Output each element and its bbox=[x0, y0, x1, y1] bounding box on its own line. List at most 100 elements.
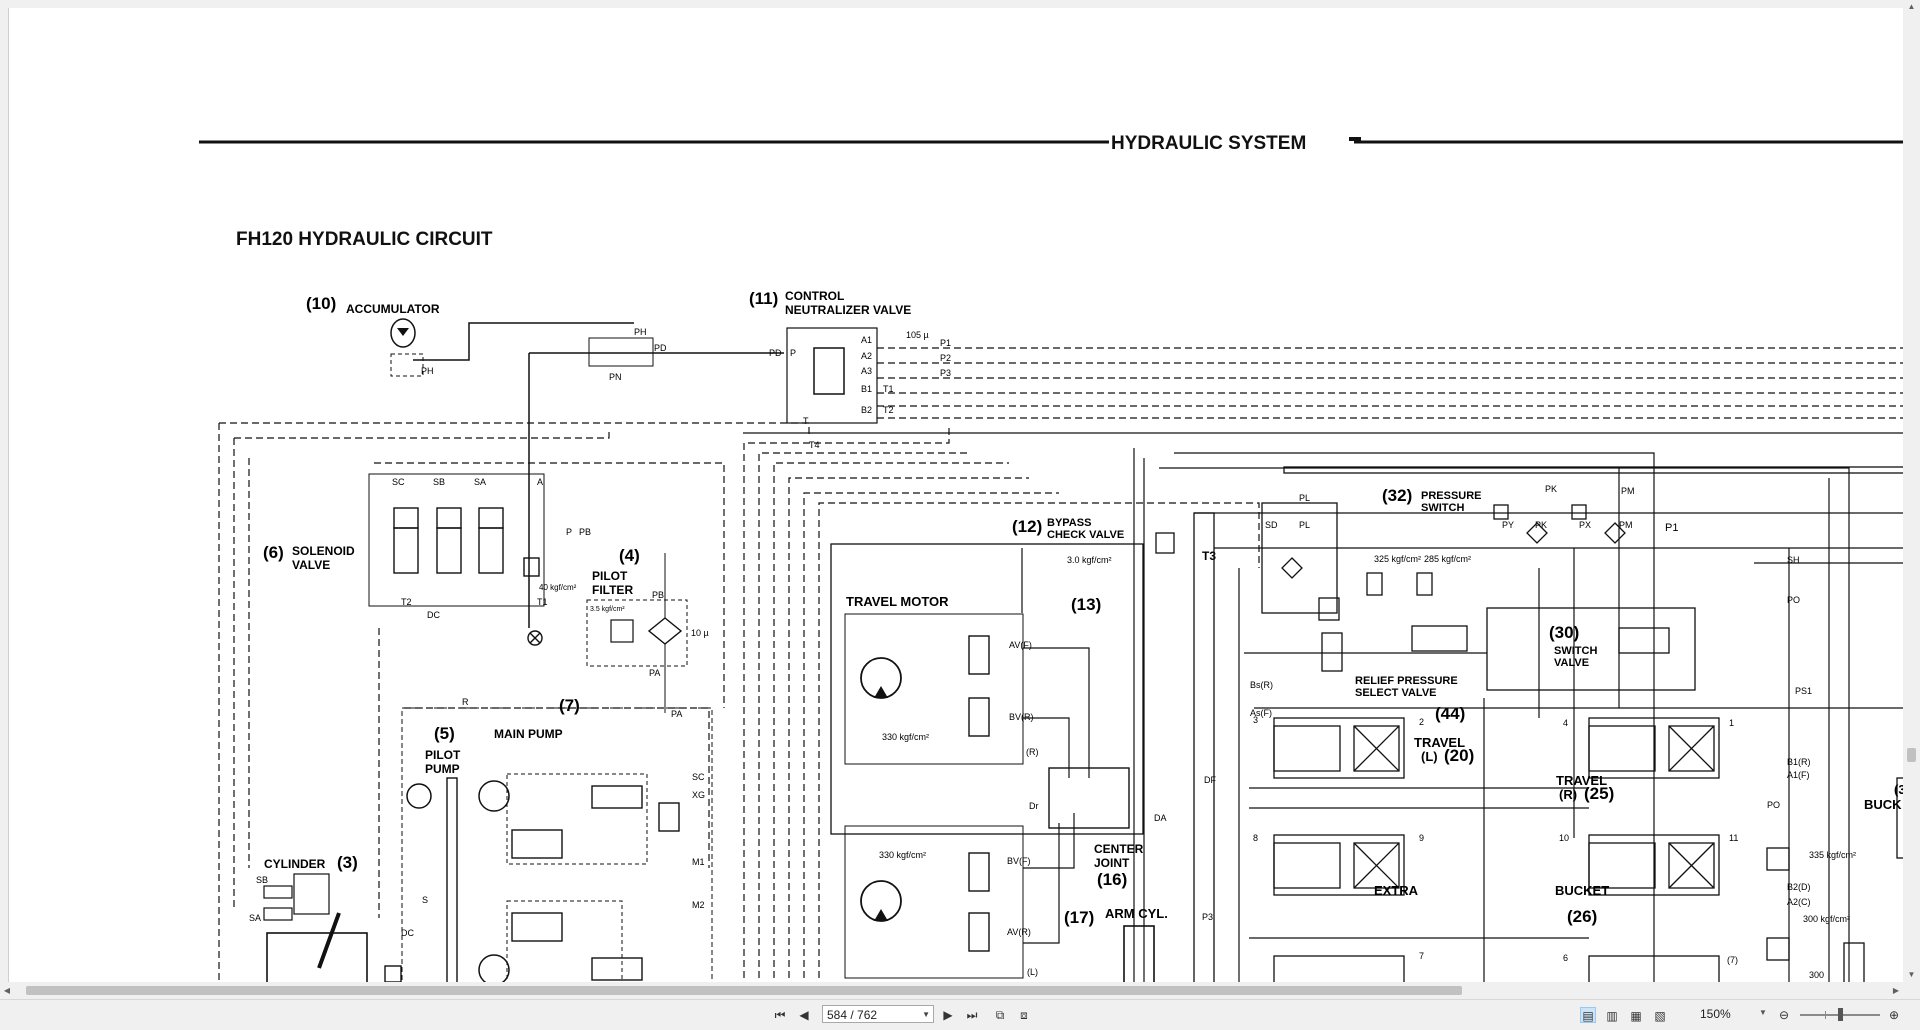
svg-text:CHECK VALVE: CHECK VALVE bbox=[1047, 529, 1124, 541]
svg-text:4: 4 bbox=[1563, 718, 1568, 728]
svg-text:(R): (R) bbox=[1026, 747, 1039, 757]
page-dropdown-caret-icon[interactable]: ▼ bbox=[922, 1006, 930, 1024]
svg-text:MAIN PUMP: MAIN PUMP bbox=[494, 727, 563, 741]
svg-text:105 µ: 105 µ bbox=[906, 330, 929, 340]
svg-text:T2: T2 bbox=[401, 597, 412, 607]
svg-text:(6): (6) bbox=[263, 543, 284, 562]
svg-text:B2: B2 bbox=[861, 405, 872, 415]
svg-text:T1: T1 bbox=[537, 597, 548, 607]
svg-text:P: P bbox=[566, 527, 572, 537]
svg-text:FILTER: FILTER bbox=[592, 583, 633, 597]
svg-text:PL: PL bbox=[1299, 520, 1310, 530]
two-page-continuous-view-icon[interactable]: ▧ bbox=[1652, 1007, 1668, 1023]
svg-text:PD: PD bbox=[769, 348, 782, 358]
svg-text:DF: DF bbox=[1204, 775, 1216, 785]
zoom-out-icon[interactable]: ⊖ bbox=[1776, 1007, 1792, 1023]
svg-text:(5): (5) bbox=[434, 724, 455, 743]
svg-text:40 kgf/cm²: 40 kgf/cm² bbox=[539, 583, 577, 592]
page-number-input[interactable]: 584 / 762 ▼ bbox=[822, 1005, 934, 1023]
zoom-dropdown-caret-icon[interactable]: ▼ bbox=[1759, 1008, 1767, 1017]
svg-text:11: 11 bbox=[1729, 833, 1738, 843]
svg-text:PILOT: PILOT bbox=[425, 748, 461, 762]
travel-motor-r-block bbox=[844, 825, 1024, 979]
scroll-right-arrow-icon[interactable]: ▶ bbox=[1889, 982, 1903, 999]
pilot-lines bbox=[218, 347, 1904, 982]
svg-text:P1: P1 bbox=[1665, 522, 1678, 534]
svg-text:SOLENOID: SOLENOID bbox=[292, 544, 355, 558]
horizontal-scrollbar[interactable]: ◀ ▶ bbox=[0, 982, 1903, 999]
svg-text:(L): (L) bbox=[1027, 967, 1038, 977]
first-page-icon[interactable]: ⏮ bbox=[772, 1007, 788, 1023]
svg-text:BV(F): BV(F) bbox=[1007, 856, 1031, 866]
continuous-view-icon[interactable]: ▥ bbox=[1604, 1007, 1620, 1023]
svg-text:3.0 kgf/cm²: 3.0 kgf/cm² bbox=[1067, 555, 1112, 565]
svg-text:BV(R): BV(R) bbox=[1009, 712, 1034, 722]
svg-text:Dr: Dr bbox=[1029, 801, 1039, 811]
svg-text:PH: PH bbox=[634, 327, 647, 337]
svg-text:(32): (32) bbox=[1382, 486, 1412, 505]
vertical-scrollbar[interactable]: ▲ ▼ bbox=[1903, 0, 1920, 982]
pdf-viewer: HYDRAULIC SYSTEM FH120 HYDRAULIC CIRCUIT… bbox=[0, 0, 1920, 1030]
pn-block bbox=[588, 337, 654, 367]
vertical-scroll-thumb[interactable] bbox=[1907, 748, 1916, 762]
svg-text:(11): (11) bbox=[749, 289, 778, 308]
svg-text:PB: PB bbox=[579, 527, 591, 537]
svg-text:ARM CYL.: ARM CYL. bbox=[1105, 906, 1168, 921]
svg-text:B1: B1 bbox=[861, 384, 872, 394]
svg-text:CYLINDER: CYLINDER bbox=[264, 857, 326, 871]
svg-text:DC: DC bbox=[401, 928, 414, 938]
svg-text:(16): (16) bbox=[1097, 870, 1127, 889]
svg-text:T4: T4 bbox=[809, 440, 820, 450]
scroll-down-arrow-icon[interactable]: ▼ bbox=[1903, 968, 1920, 982]
travel-motor-l-block bbox=[844, 613, 1024, 765]
zoom-in-icon[interactable]: ⊕ bbox=[1886, 1007, 1902, 1023]
svg-text:SC: SC bbox=[392, 477, 405, 487]
main-pump-symbol-2 bbox=[478, 954, 510, 982]
svg-text:M1: M1 bbox=[692, 857, 705, 867]
svg-text:P1: P1 bbox=[940, 338, 951, 348]
last-page-icon[interactable]: ⏭ bbox=[964, 1007, 980, 1023]
svg-text:1: 1 bbox=[1729, 718, 1734, 728]
svg-text:SWITCH: SWITCH bbox=[1554, 645, 1597, 657]
svg-text:CONTROL: CONTROL bbox=[785, 289, 844, 303]
svg-text:A1: A1 bbox=[861, 335, 872, 345]
svg-text:PILOT: PILOT bbox=[592, 569, 628, 583]
rotate-page-icon[interactable]: ⧈ bbox=[1016, 1007, 1032, 1023]
svg-text:330 kgf/cm²: 330 kgf/cm² bbox=[879, 850, 926, 860]
svg-text:S: S bbox=[422, 895, 428, 905]
single-page-view-icon[interactable]: ▤ bbox=[1580, 1007, 1596, 1023]
svg-text:(L): (L) bbox=[1421, 749, 1438, 764]
svg-text:PRESSURE: PRESSURE bbox=[1421, 490, 1482, 502]
svg-text:PK: PK bbox=[1535, 520, 1547, 530]
next-page-icon[interactable]: ▶ bbox=[940, 1007, 956, 1023]
svg-text:A: A bbox=[537, 477, 543, 487]
svg-text:PD: PD bbox=[654, 343, 667, 353]
zoom-level[interactable]: 150% bbox=[1700, 1007, 1744, 1021]
svg-text:NEUTRALIZER VALVE: NEUTRALIZER VALVE bbox=[785, 303, 911, 317]
svg-text:BUCKET: BUCKET bbox=[1555, 883, 1609, 898]
svg-text:330 kgf/cm²: 330 kgf/cm² bbox=[882, 732, 929, 742]
scroll-up-arrow-icon[interactable]: ▲ bbox=[1903, 0, 1920, 14]
svg-text:T: T bbox=[803, 416, 809, 426]
svg-text:PUMP: PUMP bbox=[425, 762, 460, 776]
zoom-slider-thumb[interactable] bbox=[1837, 1008, 1843, 1021]
document-page: HYDRAULIC SYSTEM FH120 HYDRAULIC CIRCUIT… bbox=[8, 8, 1904, 982]
svg-text:PS1: PS1 bbox=[1795, 686, 1812, 696]
main-pump-symbol-1 bbox=[478, 780, 510, 812]
svg-text:VALVE: VALVE bbox=[1554, 657, 1589, 669]
fit-page-icon[interactable]: ⧉ bbox=[992, 1007, 1008, 1023]
svg-text:(25): (25) bbox=[1584, 784, 1614, 803]
prev-page-icon[interactable]: ◀ bbox=[796, 1007, 812, 1023]
two-page-view-icon[interactable]: ▦ bbox=[1628, 1007, 1644, 1023]
svg-text:SWITCH: SWITCH bbox=[1421, 502, 1464, 514]
svg-text:TRAVEL MOTOR: TRAVEL MOTOR bbox=[846, 594, 949, 609]
horizontal-scroll-thumb[interactable] bbox=[26, 986, 1462, 995]
svg-text:A1(F): A1(F) bbox=[1787, 770, 1810, 780]
svg-text:AV(R): AV(R) bbox=[1007, 927, 1031, 937]
svg-text:PN: PN bbox=[609, 372, 622, 382]
svg-text:SELECT VALVE: SELECT VALVE bbox=[1355, 687, 1437, 699]
scroll-left-arrow-icon[interactable]: ◀ bbox=[0, 982, 14, 999]
svg-text:R: R bbox=[462, 697, 469, 707]
svg-text:(7): (7) bbox=[559, 696, 580, 715]
svg-text:B2(D): B2(D) bbox=[1787, 882, 1811, 892]
